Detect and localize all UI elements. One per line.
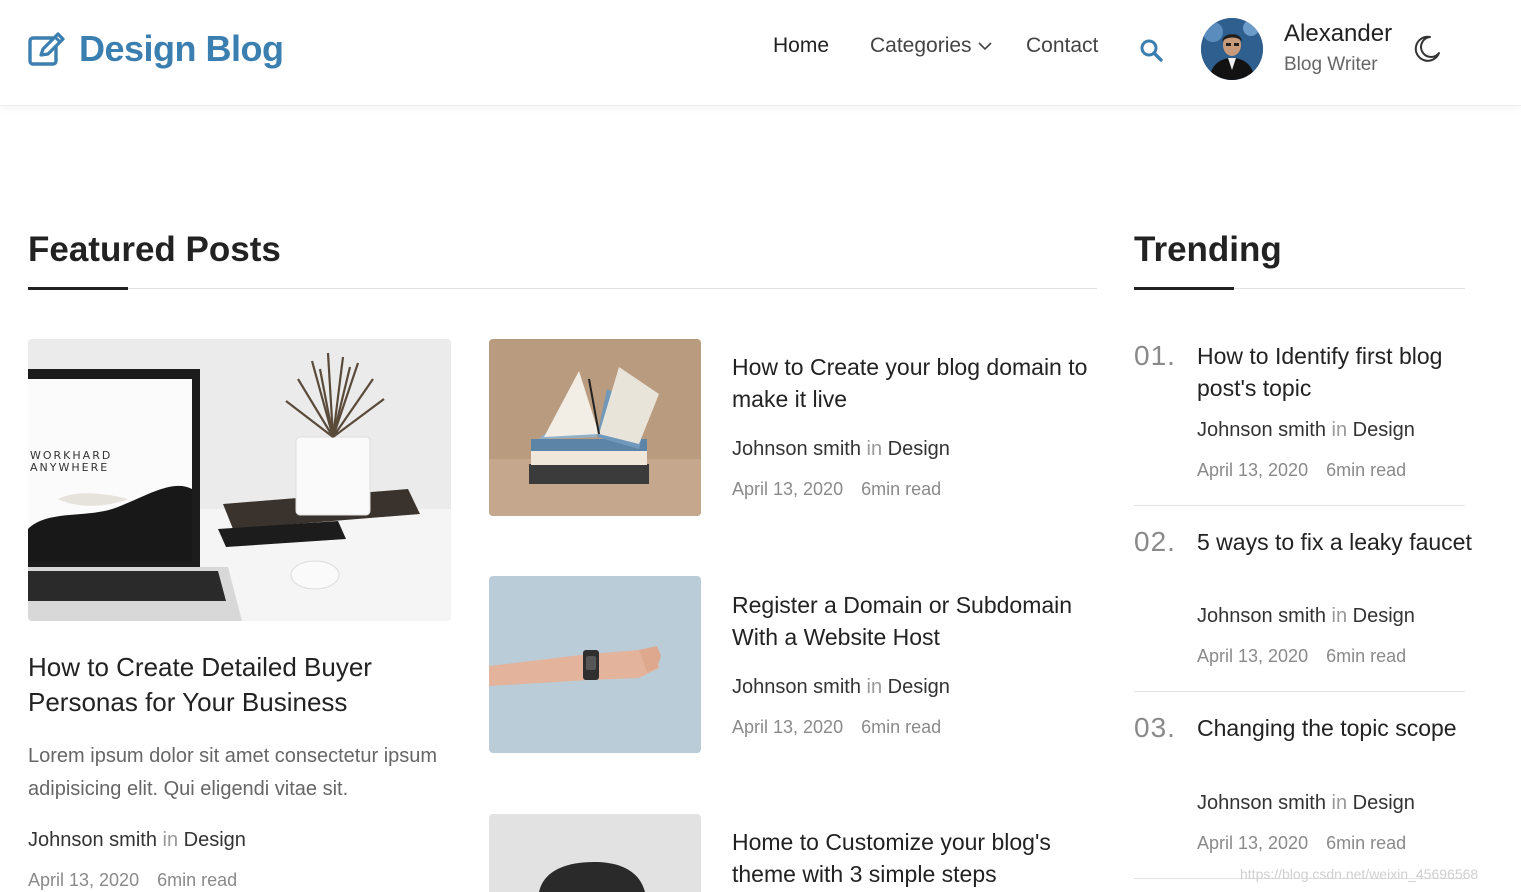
featured-divider: [28, 288, 1097, 289]
post-title[interactable]: Home to Customize your blog's theme with…: [732, 826, 1097, 890]
nav-categories-label: Categories: [870, 34, 972, 57]
post-author[interactable]: Johnson smith: [1197, 792, 1326, 814]
chevron-down-icon: [977, 42, 992, 51]
post-date: April 13, 2020: [1197, 646, 1309, 666]
post-category[interactable]: Design: [184, 829, 246, 851]
post-read-time: 6min read: [1326, 833, 1407, 853]
post-category[interactable]: Design: [888, 438, 950, 460]
post-in: in: [1331, 605, 1348, 627]
post-meta: Johnson smith in Design: [732, 438, 950, 461]
featured-section-title: Featured Posts: [28, 230, 281, 269]
trending-section-title: Trending: [1134, 230, 1282, 269]
featured-divider-accent: [28, 287, 128, 290]
trending-title[interactable]: How to Identify first blog post's topic: [1197, 340, 1472, 404]
post-in: in: [1331, 419, 1348, 441]
post-date: April 13, 2020: [732, 479, 844, 499]
trending-title[interactable]: 5 ways to fix a leaky faucet: [1197, 526, 1472, 558]
logo-text: Design Blog: [79, 28, 284, 69]
trending-number: 01.: [1134, 340, 1176, 371]
post-author[interactable]: Johnson smith: [1197, 605, 1326, 627]
nav-contact[interactable]: Contact: [1026, 34, 1098, 58]
edit-icon: [28, 32, 65, 66]
nav-categories[interactable]: Categories: [870, 34, 992, 58]
post-read-time: 6min read: [861, 717, 942, 737]
post-in: in: [866, 438, 883, 460]
post-thumb-book[interactable]: [489, 339, 701, 516]
post-thumb-watch[interactable]: [489, 576, 701, 753]
trending-number: 02.: [1134, 526, 1176, 557]
post-author[interactable]: Johnson smith: [28, 829, 157, 851]
post-date: April 13, 2020: [732, 717, 844, 737]
post-in: in: [1331, 792, 1348, 814]
post-meta: Johnson smith in Design: [732, 676, 950, 699]
trending-date-row: April 13, 2020 6min read: [1197, 460, 1406, 481]
post-read-time: 6min read: [1326, 460, 1407, 480]
site-header: Design Blog Home Categories Contact Alex…: [0, 0, 1521, 106]
post-category[interactable]: Design: [1353, 792, 1415, 814]
post-author[interactable]: Johnson smith: [732, 676, 861, 698]
post-date-row: April 13, 2020 6min read: [732, 717, 941, 738]
post-in: in: [866, 676, 883, 698]
trending-meta: Johnson smith in Design: [1197, 605, 1415, 628]
trending-divider-accent: [1134, 287, 1234, 290]
user-name: Alexander: [1284, 20, 1393, 47]
post-read-time: 6min read: [861, 479, 942, 499]
featured-main-meta: Johnson smith in Design: [28, 829, 246, 852]
user-role: Blog Writer: [1284, 54, 1378, 75]
trending-date-row: April 13, 2020 6min read: [1197, 833, 1406, 854]
featured-main-image[interactable]: WORKHARD ANYWHERE: [28, 339, 451, 621]
trending-meta: Johnson smith in Design: [1197, 419, 1415, 442]
featured-main-date: April 13, 2020 6min read: [28, 870, 237, 891]
post-read-time: 6min read: [1326, 646, 1407, 666]
watermark: https://blog.csdn.net/weixin_45696568: [1240, 866, 1479, 882]
featured-main-excerpt: Lorem ipsum dolor sit amet consectetur i…: [28, 745, 438, 800]
site-logo[interactable]: Design Blog: [27, 28, 284, 70]
featured-main-title[interactable]: How to Create Detailed Buyer Personas fo…: [28, 650, 448, 720]
post-author[interactable]: Johnson smith: [732, 438, 861, 460]
avatar[interactable]: [1201, 18, 1263, 80]
post-in: in: [162, 829, 179, 851]
trending-separator: [1134, 505, 1465, 506]
post-read-time: 6min read: [157, 870, 238, 890]
post-category[interactable]: Design: [1353, 419, 1415, 441]
post-title[interactable]: How to Create your blog domain to make i…: [732, 351, 1097, 415]
trending-title[interactable]: Changing the topic scope: [1197, 712, 1472, 744]
trending-date-row: April 13, 2020 6min read: [1197, 646, 1406, 667]
nav-home[interactable]: Home: [773, 34, 829, 58]
moon-icon[interactable]: [1412, 34, 1442, 64]
post-category[interactable]: Design: [1353, 605, 1415, 627]
post-date-row: April 13, 2020 6min read: [732, 479, 941, 500]
image-text-line2: ANYWHERE: [30, 461, 109, 474]
post-date: April 13, 2020: [28, 870, 140, 890]
trending-meta: Johnson smith in Design: [1197, 792, 1415, 815]
post-title[interactable]: Register a Domain or Subdomain With a We…: [732, 589, 1097, 653]
post-thumb-hat[interactable]: [489, 814, 701, 892]
search-icon[interactable]: [1139, 38, 1163, 62]
post-date: April 13, 2020: [1197, 460, 1309, 480]
post-author[interactable]: Johnson smith: [1197, 419, 1326, 441]
trending-separator: [1134, 691, 1465, 692]
post-date: April 13, 2020: [1197, 833, 1309, 853]
trending-number: 03.: [1134, 712, 1176, 743]
post-category[interactable]: Design: [888, 676, 950, 698]
